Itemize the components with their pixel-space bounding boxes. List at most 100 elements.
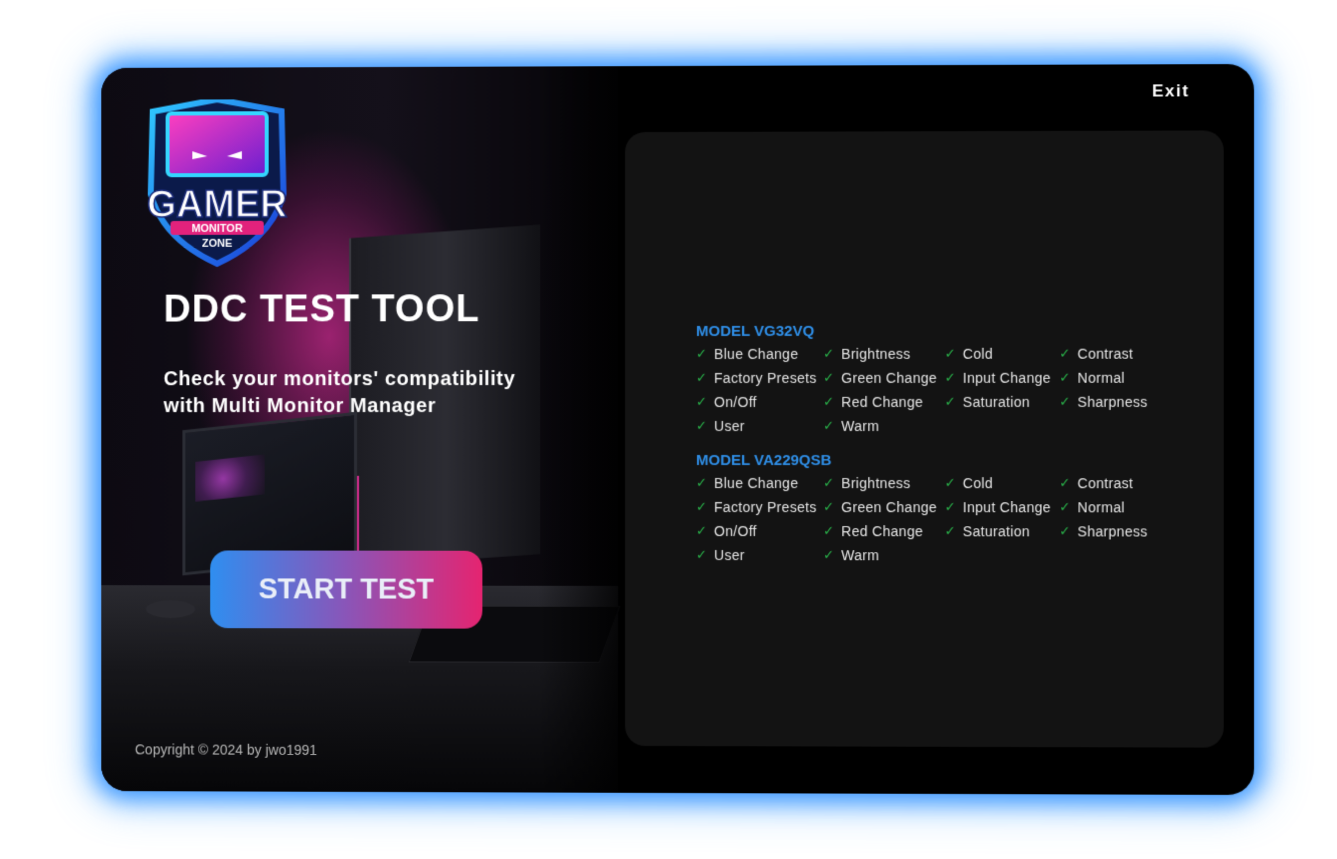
feature-item: ✓ Brightness: [823, 473, 944, 492]
feature-item: ✓ Contrast: [1059, 344, 1160, 363]
gamer-monitor-zone-logo: GAMER MONITOR ZONE: [123, 99, 311, 269]
feature-label: Brightness: [841, 474, 911, 491]
check-icon: ✓: [823, 546, 835, 562]
feature-item: ✓ Contrast: [1059, 473, 1160, 492]
feature-item: ✓ Input Change: [945, 497, 1060, 516]
feature-label: Factory Presets: [714, 498, 817, 515]
feature-item: ✓ Saturation: [945, 392, 1060, 411]
feature-label: Factory Presets: [714, 369, 817, 386]
feature-label: Normal: [1077, 498, 1125, 515]
check-icon: ✓: [944, 522, 956, 538]
feature-label: Brightness: [841, 345, 911, 362]
feature-item: ✓ Normal: [1059, 497, 1160, 516]
check-icon: ✓: [823, 522, 835, 538]
feature-label: Cold: [962, 345, 993, 362]
feature-label: Warm: [841, 546, 880, 563]
feature-label: Saturation: [962, 393, 1030, 410]
check-icon: ✓: [823, 417, 835, 433]
feature-label: Red Change: [841, 522, 924, 539]
check-icon: ✓: [1059, 474, 1071, 490]
feature-label: Sharpness: [1077, 393, 1148, 410]
feature-grid: ✓ Blue Change ✓ Brightness ✓ Cold ✓ Contrast ✓ Fa…: [696, 473, 1160, 565]
feature-item: ✓ Warm: [823, 416, 944, 435]
feature-label: On/Off: [714, 393, 757, 410]
check-icon: ✓: [1059, 393, 1071, 409]
check-icon: ✓: [695, 474, 708, 490]
feature-label: Normal: [1077, 369, 1125, 386]
model-block-vg32vq: MODEL VG32VQ ✓ Blue Change ✓ Brightness ✓ Col…: [696, 323, 1160, 436]
feature-item: ✓ Input Change: [945, 368, 1060, 387]
feature-label: Warm: [841, 417, 880, 434]
copyright-text: Copyright © 2024 by jwo1991: [134, 741, 318, 758]
page-title: DDC TEST TOOL: [163, 288, 480, 331]
model-title: MODEL VA229QSB: [695, 452, 832, 470]
feature-item: ✓ User: [696, 416, 823, 435]
feature-item: ✓ Sharpness: [1059, 392, 1160, 411]
results-panel: MODEL VG32VQ ✓ Blue Change ✓ Brightness ✓ Col…: [625, 130, 1224, 748]
feature-label: Contrast: [1077, 345, 1134, 362]
feature-label: User: [714, 546, 745, 563]
subtitle-line-1: Check your monitors' compatibility: [163, 368, 516, 391]
feature-item: ✓ Brightness: [823, 344, 944, 363]
check-icon: ✓: [695, 498, 708, 514]
feature-item: ✓ User: [696, 545, 823, 564]
feature-label: On/Off: [714, 522, 757, 539]
check-icon: ✓: [1059, 369, 1071, 385]
feature-label: Green Change: [841, 498, 938, 515]
feature-item: ✓ Sharpness: [1059, 521, 1160, 540]
feature-item: ✓ Normal: [1059, 368, 1160, 387]
model-block-va229qsb: MODEL VA229QSB ✓ Blue Change ✓ Brightness ✓ C…: [696, 452, 1160, 565]
feature-label: Green Change: [841, 369, 938, 386]
logo-text-zone: ZONE: [202, 238, 232, 250]
check-icon: ✓: [695, 546, 708, 562]
check-icon: ✓: [944, 474, 956, 490]
check-icon: ✓: [944, 498, 956, 514]
check-icon: ✓: [1059, 522, 1071, 538]
check-icon: ✓: [823, 498, 835, 514]
feature-item: ✓ Blue Change: [696, 473, 823, 492]
logo-text-monitor: MONITOR: [191, 223, 242, 235]
feature-item: ✓ Cold: [945, 344, 1060, 363]
feature-item: ✓ Green Change: [823, 497, 944, 516]
feature-label: Red Change: [841, 393, 924, 410]
check-icon: ✓: [823, 393, 835, 409]
feature-item: ✓ Saturation: [945, 521, 1060, 540]
check-icon: ✓: [1059, 498, 1071, 514]
feature-item: ✓ Red Change: [823, 521, 944, 540]
feature-item: ✓ Green Change: [823, 368, 944, 387]
check-icon: ✓: [823, 474, 835, 490]
feature-label: Input Change: [962, 498, 1051, 515]
feature-item: ✓ Red Change: [823, 392, 944, 411]
subtitle-line-2: with Multi Monitor Manager: [163, 395, 437, 418]
feature-item: ✓ On/Off: [696, 521, 823, 540]
check-icon: ✓: [944, 393, 956, 409]
feature-label: Saturation: [962, 522, 1030, 539]
check-icon: ✓: [944, 345, 956, 361]
check-icon: ✓: [695, 417, 708, 433]
feature-item: ✓ On/Off: [696, 392, 823, 411]
feature-label: Blue Change: [714, 345, 799, 362]
feature-item: ✓ Cold: [945, 473, 1060, 492]
feature-label: Input Change: [962, 369, 1051, 386]
check-icon: ✓: [695, 345, 708, 361]
page-subtitle: Check your monitors' compatibility with …: [164, 366, 581, 420]
feature-item: ✓ Factory Presets: [696, 368, 823, 387]
feature-label: Contrast: [1077, 474, 1134, 491]
check-icon: ✓: [695, 369, 708, 385]
scene-fade: [538, 66, 639, 793]
feature-label: Sharpness: [1077, 522, 1148, 539]
check-icon: ✓: [823, 345, 835, 361]
check-icon: ✓: [823, 369, 835, 385]
feature-label: User: [714, 417, 745, 434]
feature-label: Blue Change: [714, 474, 799, 491]
logo-text-gamer: GAMER: [147, 184, 287, 226]
start-test-button[interactable]: START TEST: [210, 550, 483, 629]
check-icon: ✓: [695, 393, 708, 409]
app-window: GAMER MONITOR ZONE DDC TEST TOOL Check y…: [101, 63, 1255, 796]
model-title: MODEL VG32VQ: [695, 322, 815, 340]
check-icon: ✓: [944, 369, 956, 385]
feature-item: ✓ Factory Presets: [696, 497, 823, 516]
feature-item: ✓ Blue Change: [696, 344, 823, 363]
feature-grid: ✓ Blue Change ✓ Brightness ✓ Cold ✓ Contrast ✓ Fa…: [696, 344, 1160, 435]
exit-button[interactable]: Exit: [1152, 81, 1190, 101]
